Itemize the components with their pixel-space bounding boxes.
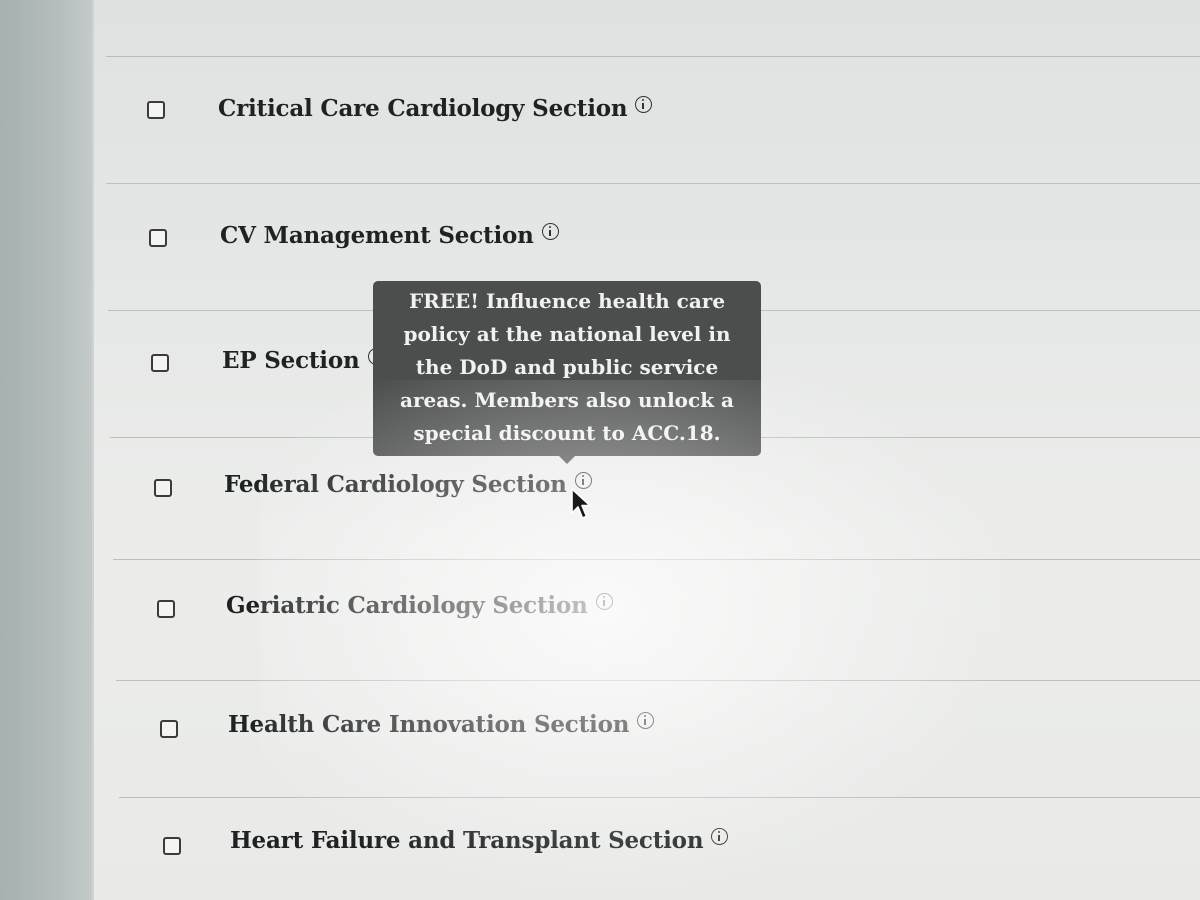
section-label: EP Section bbox=[222, 347, 385, 374]
checkbox-critical-care[interactable] bbox=[147, 101, 165, 119]
screen-bezel bbox=[0, 0, 92, 900]
tooltip-line: FREE! Influence health care bbox=[408, 289, 726, 313]
section-label: Health Care Innovation Section bbox=[228, 711, 655, 738]
section-label: CV Management Section bbox=[220, 222, 559, 249]
tooltip-line: special discount to ACC.18. bbox=[413, 421, 721, 445]
tooltip-line: areas. Members also unlock a bbox=[400, 388, 734, 412]
list-item bbox=[113, 438, 1200, 560]
info-icon[interactable] bbox=[711, 828, 729, 845]
tooltip-arrow bbox=[558, 455, 576, 464]
info-icon[interactable] bbox=[635, 96, 653, 113]
checkbox-geriatric[interactable] bbox=[157, 600, 175, 618]
section-label: Federal Cardiology Section bbox=[224, 471, 592, 498]
checkbox-health-care-innovation[interactable] bbox=[160, 720, 178, 738]
section-label: Geriatric Cardiology Section bbox=[226, 592, 613, 619]
tooltip-line: the DoD and public service bbox=[415, 355, 719, 379]
list-item bbox=[116, 560, 1200, 681]
checkbox-federal[interactable] bbox=[154, 479, 172, 497]
tooltip-line: policy at the national level in bbox=[403, 322, 731, 346]
info-icon[interactable] bbox=[637, 712, 655, 729]
info-icon[interactable] bbox=[541, 223, 559, 240]
section-label: Critical Care Cardiology Section bbox=[218, 95, 653, 122]
list-item bbox=[119, 681, 1200, 798]
checkbox-ep[interactable] bbox=[151, 354, 169, 372]
info-tooltip: FREE! Influence health care policy at th… bbox=[373, 281, 761, 456]
mouse-pointer-icon bbox=[571, 488, 591, 519]
info-icon[interactable] bbox=[595, 593, 613, 610]
checkbox-cv-management[interactable] bbox=[149, 229, 167, 247]
section-label: Heart Failure and Transplant Section bbox=[230, 827, 729, 854]
checkbox-heart-failure[interactable] bbox=[163, 837, 181, 855]
